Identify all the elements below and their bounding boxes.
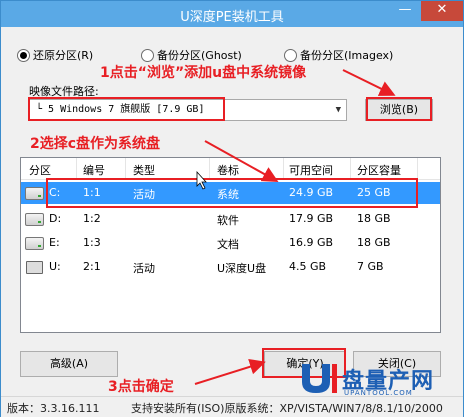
watermark-logo: 盘量产网 UPANTOOL.COM: [296, 362, 460, 397]
arrow-to-browse: [342, 69, 396, 96]
mouse-cursor-icon: [196, 170, 207, 190]
watermark-url: UPANTOOL.COM: [344, 389, 413, 397]
annotation-arrows: [194, 69, 396, 385]
arrow-to-confirm: [194, 358, 266, 385]
u-logo-icon: [302, 364, 337, 393]
arrow-to-c-drive: [204, 140, 279, 182]
